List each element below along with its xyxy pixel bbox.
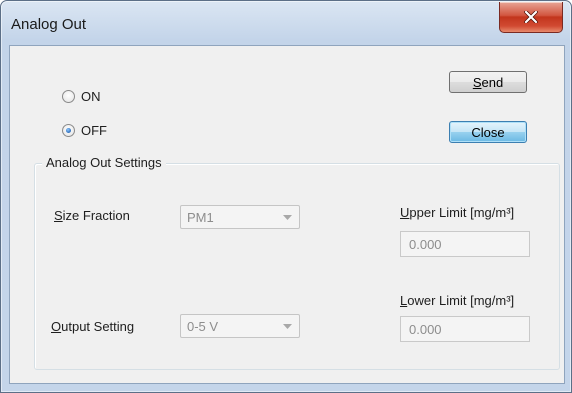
title-bar[interactable]: Analog Out — [1, 1, 571, 45]
upper-limit-input[interactable] — [400, 231, 530, 257]
close-label: Close — [471, 124, 505, 140]
radio-indicator-checked — [62, 124, 75, 137]
group-title: Analog Out Settings — [42, 155, 166, 170]
lower-limit-label: Lower Limit [mg/m³] — [400, 293, 515, 308]
output-setting-value: 0-5 V — [187, 319, 219, 334]
window-title: Analog Out — [11, 16, 87, 33]
size-fraction-label: Size Fraction — [54, 208, 130, 223]
close-icon — [524, 11, 538, 23]
dialog-client-area: ON OFF Send Close Analog Out Settings Si… — [9, 45, 565, 384]
upper-limit-label: Upper Limit [mg/m³] — [400, 205, 515, 220]
chevron-down-icon — [283, 215, 292, 220]
window-close-button[interactable] — [499, 2, 563, 33]
send-mnemonic: S — [472, 74, 482, 90]
chevron-down-icon — [283, 324, 292, 329]
analog-out-dialog: Analog Out ON OFF Send Close Analog Out … — [0, 0, 572, 393]
send-label: end — [481, 74, 504, 90]
size-fraction-value: PM1 — [187, 210, 214, 225]
lower-limit-input[interactable] — [400, 316, 530, 342]
close-button[interactable]: Close — [449, 121, 527, 143]
output-setting-select[interactable]: 0-5 V — [180, 314, 300, 338]
radio-indicator — [62, 90, 75, 103]
on-radio[interactable]: ON — [62, 89, 101, 104]
send-button[interactable]: Send — [449, 71, 527, 93]
on-radio-label: ON — [81, 89, 101, 104]
output-setting-label: Output Setting — [51, 319, 135, 334]
off-radio[interactable]: OFF — [62, 123, 107, 138]
size-fraction-select[interactable]: PM1 — [180, 205, 300, 229]
off-radio-label: OFF — [81, 123, 107, 138]
